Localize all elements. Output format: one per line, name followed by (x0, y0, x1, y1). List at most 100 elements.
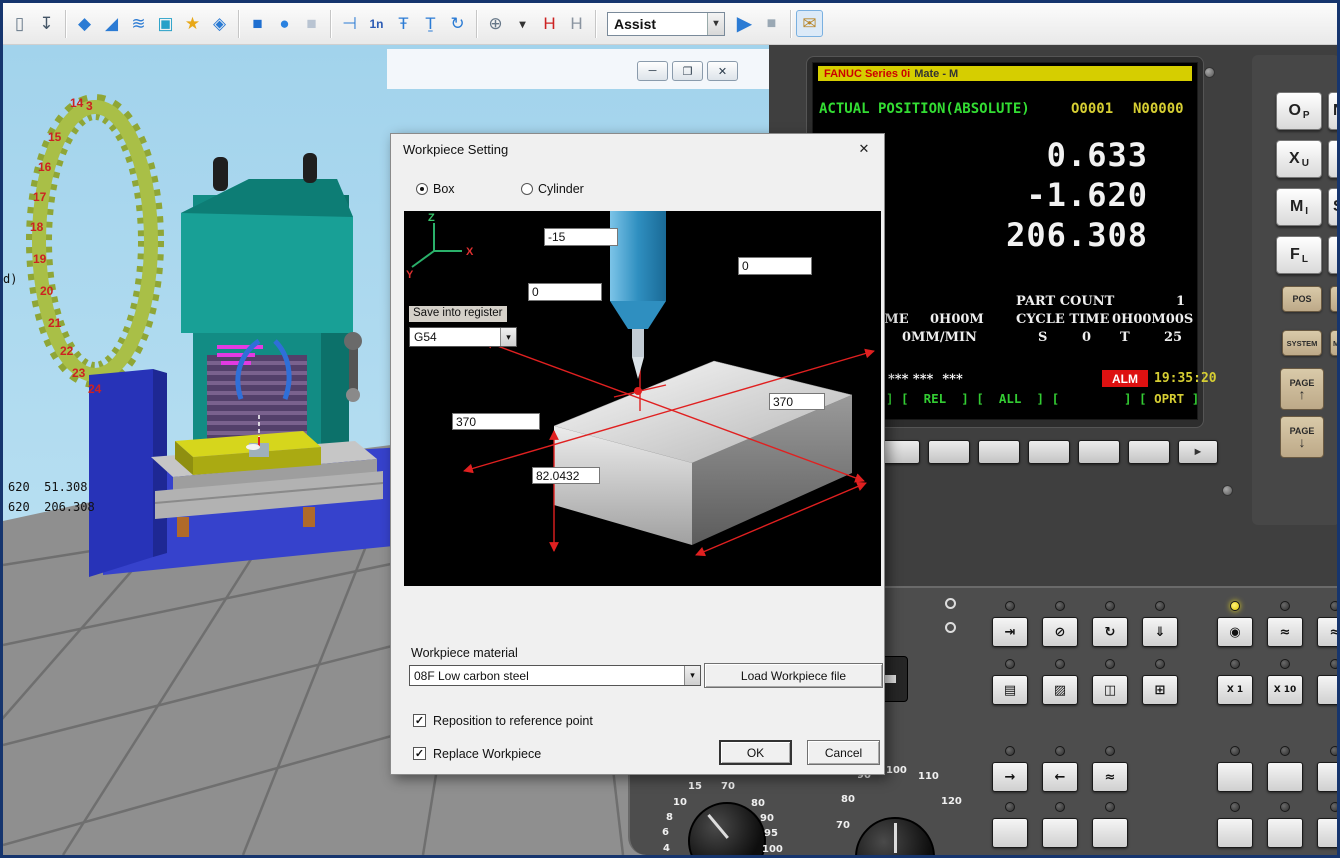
run-icon[interactable]: ▶ (731, 10, 758, 37)
panel-key[interactable]: ▤ (992, 675, 1028, 705)
radio-icon[interactable] (521, 183, 533, 195)
y-zero-input[interactable] (528, 283, 602, 301)
tool-red-icon[interactable]: H (536, 10, 563, 37)
mdi-key-m[interactable]: MI (1276, 188, 1322, 226)
tool-l-icon[interactable]: Ṯ (417, 10, 444, 37)
new-doc-icon[interactable]: ▯ (6, 10, 33, 37)
cancel-button[interactable]: Cancel (807, 740, 880, 765)
panel-key[interactable]: ⊘ (1042, 617, 1078, 647)
led-indicator (1055, 601, 1065, 611)
panel-key[interactable] (1267, 762, 1303, 792)
panel-key-x10[interactable]: X 10 (1267, 675, 1303, 705)
dialog-close-button[interactable]: ✕ (854, 140, 874, 158)
images-icon[interactable]: ▣ (152, 10, 179, 37)
panel-key[interactable]: ⇥ (992, 617, 1028, 647)
panel-key[interactable]: ≈ (1267, 617, 1303, 647)
panel-key[interactable] (1267, 818, 1303, 848)
dialog-titlebar[interactable]: Workpiece Setting (391, 134, 884, 164)
mdi-key-s[interactable]: S (1328, 188, 1337, 226)
function-key-partial[interactable] (1330, 286, 1337, 312)
mdi-key-partial[interactable] (1328, 236, 1337, 274)
panel-key[interactable]: ▨ (1042, 675, 1078, 705)
ok-button[interactable]: OK (719, 740, 792, 765)
softkey-button[interactable] (1028, 440, 1070, 464)
pos-key[interactable]: POS (1282, 286, 1322, 312)
spindle-override-dial[interactable] (855, 817, 935, 855)
register-combobox[interactable]: G54 ▾ (409, 327, 517, 347)
stop-icon[interactable]: ■ (758, 10, 785, 37)
panel-key[interactable]: → (992, 762, 1028, 792)
panel-key[interactable] (1317, 762, 1337, 792)
z-offset-input[interactable] (544, 228, 618, 246)
antenna-icon[interactable]: ≋ (125, 10, 152, 37)
panel-key[interactable] (1217, 762, 1253, 792)
mdi-key-o[interactable]: OP (1276, 92, 1322, 130)
restore-button[interactable]: ❐ (672, 61, 703, 81)
faucet-icon[interactable]: ◈ (206, 10, 233, 37)
page-up-key[interactable]: PAGE ↑ (1280, 368, 1324, 410)
shape-box-radio[interactable]: Box (416, 182, 455, 196)
close-window-button[interactable]: ✕ (707, 61, 738, 81)
panel-key[interactable] (1317, 818, 1337, 848)
mdi-key-f[interactable]: FL (1276, 236, 1322, 274)
panel-key[interactable]: ≈ (1317, 617, 1337, 647)
load-workpiece-button[interactable]: Load Workpiece file (704, 663, 883, 688)
message-key-partial[interactable]: ME (1330, 330, 1337, 356)
softkey-next-button[interactable]: ► (1178, 440, 1218, 464)
softkey-button[interactable] (1128, 440, 1170, 464)
star-icon[interactable]: ★ (179, 10, 206, 37)
softkey-button[interactable] (978, 440, 1020, 464)
panel-key[interactable] (1092, 818, 1128, 848)
shape-cylinder-radio[interactable]: Cylinder (521, 182, 584, 196)
softkey-button[interactable] (1078, 440, 1120, 464)
material-combobox[interactable]: 08F Low carbon steel ▾ (409, 665, 701, 686)
panel-key[interactable] (1042, 818, 1078, 848)
chevron-down-icon[interactable]: ▾ (707, 12, 724, 35)
feed-override-dial[interactable] (688, 802, 766, 855)
mdi-key-x[interactable]: XU (1276, 140, 1322, 178)
panel-key[interactable]: ⇓ (1142, 617, 1178, 647)
fixture-icon[interactable]: ⊣ (336, 10, 363, 37)
width-input[interactable] (452, 413, 540, 430)
panel-key[interactable] (992, 818, 1028, 848)
x-zero-input[interactable] (738, 257, 812, 275)
machine-icon[interactable]: ◆ (71, 10, 98, 37)
panel-key-x1[interactable]: X 1 (1217, 675, 1253, 705)
chevron-down-icon[interactable]: ▾ (500, 328, 516, 346)
import-icon[interactable]: ↧ (33, 10, 60, 37)
coordinate-icon[interactable]: 1n (363, 10, 390, 37)
height-input[interactable] (532, 467, 600, 484)
panel-key[interactable]: ← (1042, 762, 1078, 792)
rotate-icon[interactable]: ↻ (444, 10, 471, 37)
sphere-icon[interactable]: ● (271, 10, 298, 37)
assist-combobox[interactable]: Assist ▾ (607, 11, 725, 36)
measure-icon[interactable]: ⊕ (482, 10, 509, 37)
measure-dropdown-caret[interactable]: ▾ (509, 10, 536, 37)
radio-selected-icon[interactable] (416, 183, 428, 195)
cube-icon[interactable]: ■ (244, 10, 271, 37)
softkey-button[interactable] (928, 440, 970, 464)
page-down-key[interactable]: PAGE ↓ (1280, 416, 1324, 458)
length-input[interactable] (769, 393, 825, 410)
dial-mark: 90 (760, 813, 774, 824)
toolbar-separator (330, 9, 331, 38)
mdi-key-partial[interactable] (1328, 140, 1337, 178)
reposition-checkbox[interactable]: ✓ (413, 714, 426, 727)
tool-t-icon[interactable]: Ŧ (390, 10, 417, 37)
mdi-key-n[interactable]: N (1328, 92, 1337, 130)
chevron-down-icon[interactable]: ▾ (684, 666, 700, 685)
pen-icon[interactable]: ◢ (98, 10, 125, 37)
panel-key[interactable]: ⊞ (1142, 675, 1178, 705)
panel-key[interactable]: ↻ (1092, 617, 1128, 647)
workpiece-icon[interactable]: ■ (298, 10, 325, 37)
system-key[interactable]: SYSTEM (1282, 330, 1322, 356)
panel-key[interactable] (1217, 818, 1253, 848)
panel-key[interactable]: ◉ (1217, 617, 1253, 647)
panel-key[interactable]: ≈ (1092, 762, 1128, 792)
tool-gray-icon[interactable]: H (563, 10, 590, 37)
minimize-button[interactable]: ─ (637, 61, 668, 81)
panel-key[interactable] (1317, 675, 1337, 705)
replace-checkbox[interactable]: ✓ (413, 747, 426, 760)
mail-icon[interactable]: ✉ (796, 10, 823, 37)
panel-key[interactable]: ◫ (1092, 675, 1128, 705)
